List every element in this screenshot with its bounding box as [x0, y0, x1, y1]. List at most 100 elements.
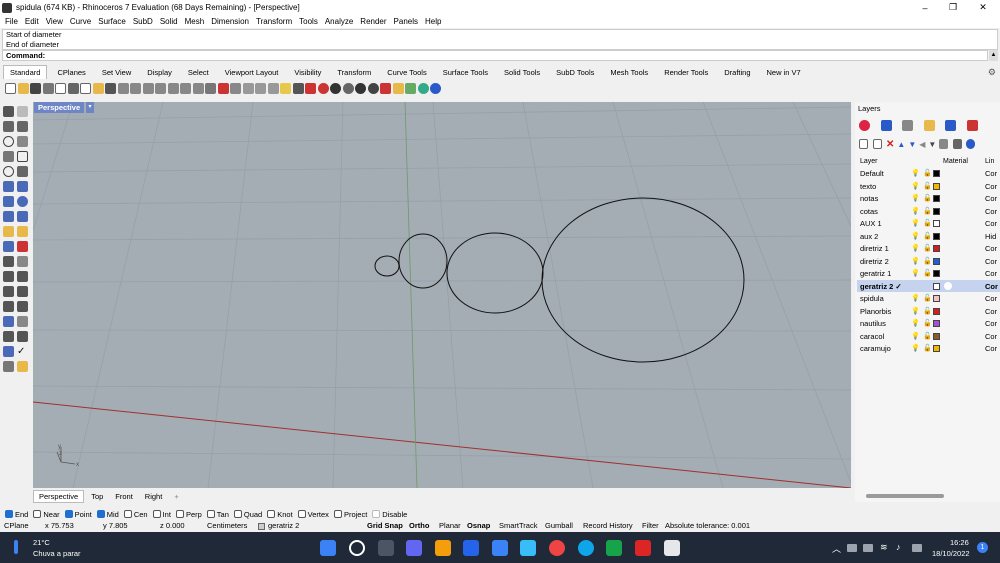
layer-row[interactable]: diretriz 1 💡 🔓 Cor	[857, 242, 1000, 255]
text-icon[interactable]	[17, 286, 28, 297]
layers-tab-icon[interactable]	[966, 119, 978, 131]
menu-transform[interactable]: Transform	[256, 17, 292, 26]
light-bulb-icon[interactable]: 💡	[911, 232, 920, 240]
mail-icon[interactable]	[492, 540, 508, 556]
globe-icon[interactable]	[417, 82, 429, 94]
layer-row[interactable]: diretriz 2 💡 🔓 Cor	[857, 255, 1000, 268]
tab-surface-tools[interactable]: Surface Tools	[437, 66, 494, 79]
teams-icon[interactable]	[406, 540, 422, 556]
menu-tools[interactable]: Tools	[299, 17, 318, 26]
osnap-end[interactable]: End	[5, 510, 28, 519]
zoom-selected-icon[interactable]	[180, 82, 191, 94]
new-sublayer-icon[interactable]	[872, 139, 882, 149]
tab-standard[interactable]: Standard	[3, 65, 48, 79]
menu-help[interactable]: Help	[425, 17, 441, 26]
menu-panels[interactable]: Panels	[394, 17, 418, 26]
layer-color[interactable]	[933, 207, 940, 215]
lock-icon[interactable]: 🔓	[923, 307, 932, 315]
select-arrow-icon[interactable]	[3, 106, 14, 117]
split-icon[interactable]	[17, 241, 28, 252]
tab-select[interactable]: Select	[182, 66, 215, 79]
filter-icon[interactable]: ▼	[928, 140, 936, 149]
vtab-top[interactable]: Top	[86, 491, 108, 502]
checkbox[interactable]	[267, 510, 276, 518]
check-mark-icon[interactable]: ✓	[17, 346, 28, 357]
zoom-icon[interactable]	[142, 82, 154, 94]
light-bulb-icon[interactable]: 💡	[911, 332, 920, 340]
display-tab-icon[interactable]	[945, 119, 956, 131]
chat-icon[interactable]	[520, 540, 536, 556]
tab-set-view[interactable]: Set View	[96, 66, 137, 79]
osnap-disable[interactable]: Disable	[372, 510, 407, 519]
osnap-vertex[interactable]: Vertex	[297, 510, 329, 519]
osnap-cen[interactable]: Cen	[123, 510, 148, 519]
osnap-icon[interactable]	[255, 82, 266, 94]
checkbox[interactable]	[297, 510, 306, 518]
delete-layer-icon[interactable]: ✕	[886, 139, 894, 150]
osnap-toggle[interactable]: Osnap	[467, 521, 490, 530]
layer-row[interactable]: caramujo 💡 🔓 Cor	[857, 342, 1000, 355]
light-bulb-icon[interactable]: 💡	[911, 194, 920, 202]
layer-color[interactable]	[933, 270, 940, 277]
lock-icon[interactable]: 🔓	[923, 344, 932, 352]
menu-view[interactable]: View	[46, 17, 63, 26]
command-scroll[interactable]: ▲	[989, 50, 998, 61]
checkbox[interactable]	[372, 510, 381, 518]
volume-icon[interactable]: ♪	[896, 542, 901, 552]
filezilla-icon[interactable]	[635, 540, 651, 556]
help-icon[interactable]	[430, 82, 441, 94]
polyline-icon[interactable]	[3, 121, 14, 132]
ortho-toggle[interactable]: Ortho	[409, 521, 429, 530]
layer-row[interactable]: caracol 💡 🔓 Cor	[857, 330, 1000, 343]
rendered-sphere-icon[interactable]	[342, 82, 354, 94]
perspective-viewport[interactable]: x y z	[33, 102, 851, 488]
sphere-solid-icon[interactable]	[17, 196, 28, 207]
four-view-icon[interactable]	[205, 82, 216, 94]
zoom-extents-icon[interactable]	[167, 82, 179, 94]
material-icon[interactable]	[317, 82, 329, 94]
move-up-icon[interactable]: ▲	[897, 140, 905, 149]
new-file-icon[interactable]	[5, 82, 16, 94]
light-bulb-icon[interactable]: 💡	[911, 344, 920, 352]
osnap-knot[interactable]: Knot	[267, 510, 293, 519]
layer-row[interactable]: texto 💡 🔓 Cor	[857, 180, 1000, 193]
light-bulb-icon[interactable]: 💡	[911, 169, 920, 177]
menu-curve[interactable]: Curve	[70, 17, 91, 26]
menu-mesh[interactable]: Mesh	[185, 17, 205, 26]
layer-color[interactable]	[933, 320, 940, 327]
flag-icon[interactable]	[380, 82, 391, 94]
weather-temp[interactable]: 21°C	[33, 538, 50, 547]
pan-hand-icon[interactable]	[117, 82, 129, 94]
layer-color[interactable]	[933, 295, 940, 302]
cplane-label[interactable]: CPlane	[4, 521, 29, 530]
weather-desc[interactable]: Chuva a parar	[33, 549, 81, 558]
fillet-icon[interactable]	[17, 166, 28, 177]
tab-cplanes[interactable]: CPlanes	[51, 66, 91, 79]
properties-icon[interactable]	[267, 82, 279, 94]
car-icon[interactable]	[217, 82, 229, 94]
options-gear-icon[interactable]	[392, 82, 404, 94]
edge-icon[interactable]	[578, 540, 594, 556]
record-history-toggle[interactable]: Record History	[583, 521, 633, 530]
close-button[interactable]: ✕	[968, 0, 998, 15]
checkbox[interactable]	[5, 510, 13, 518]
extrude-icon[interactable]	[17, 181, 28, 192]
osnap-near[interactable]: Near	[33, 510, 60, 519]
add-viewport-tab[interactable]: +	[169, 491, 183, 502]
osnap-quad[interactable]: Quad	[233, 510, 262, 519]
dimension-icon[interactable]	[3, 286, 14, 297]
import-icon[interactable]	[55, 82, 66, 94]
lock-icon[interactable]: 🔓	[923, 269, 932, 277]
tab-viewport-layout[interactable]: Viewport Layout	[219, 66, 285, 79]
grid-icon[interactable]	[242, 82, 254, 94]
viewport-title[interactable]: Perspective	[34, 102, 85, 113]
zoom-window-icon[interactable]	[155, 82, 166, 94]
menu-subd[interactable]: SubD	[133, 17, 153, 26]
light-bulb-icon[interactable]: 💡	[911, 307, 920, 315]
layer-tools-icon[interactable]	[939, 139, 949, 149]
circle-small[interactable]	[374, 255, 400, 277]
render-small-icon[interactable]	[17, 361, 28, 372]
viewport-menu-arrow[interactable]: ▾	[86, 102, 94, 113]
osnap-mid[interactable]: Mid	[96, 510, 119, 519]
menu-render[interactable]: Render	[360, 17, 386, 26]
